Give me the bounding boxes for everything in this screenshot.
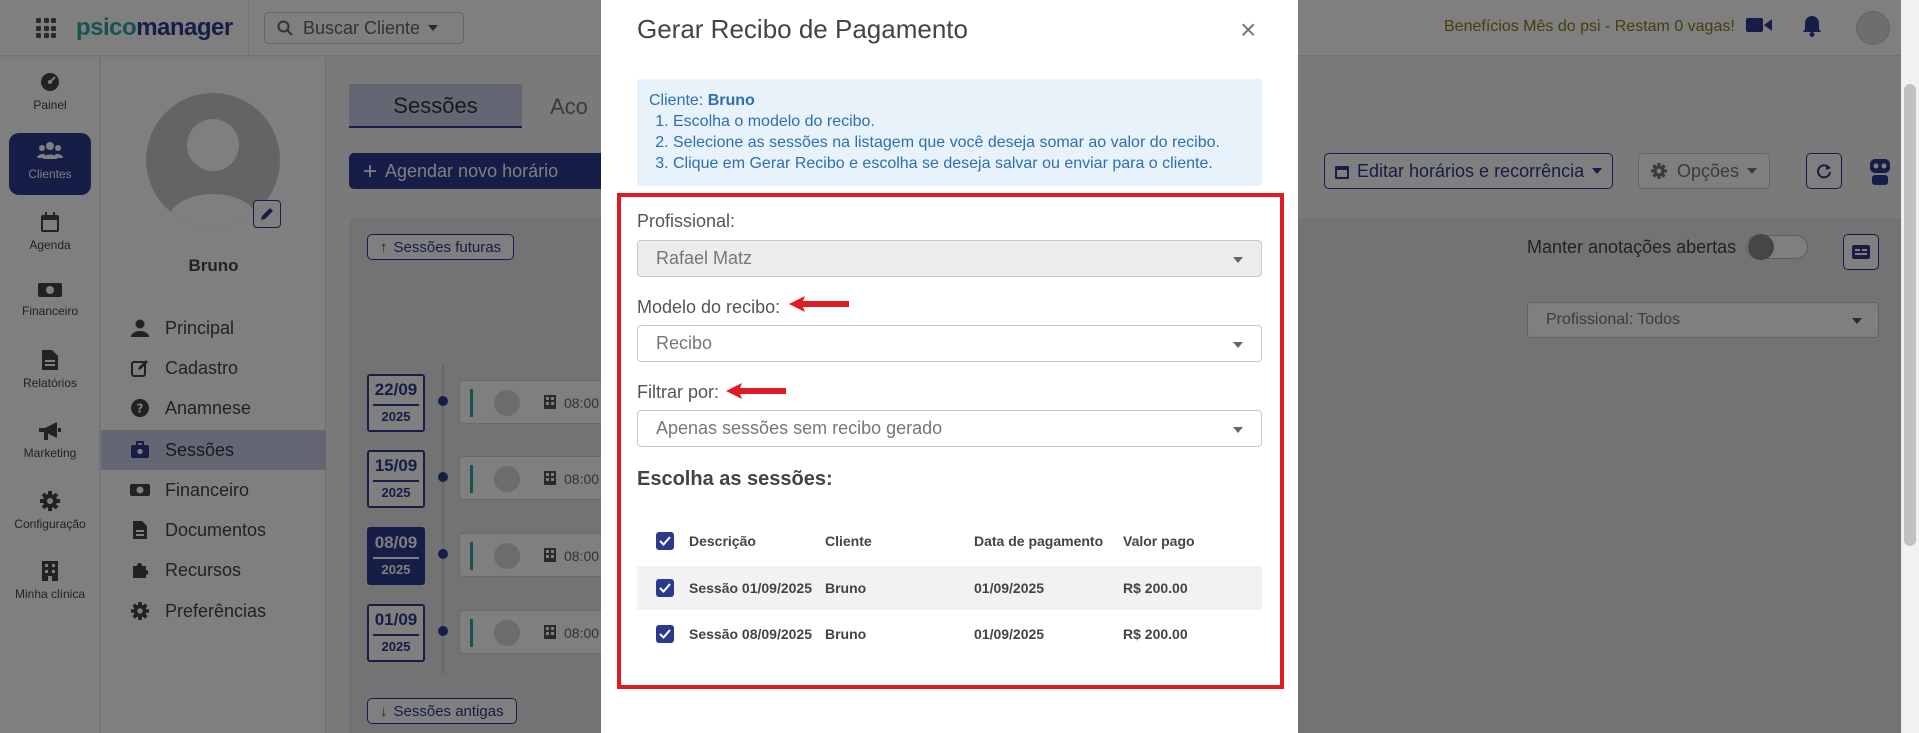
filter-value: Apenas sessões sem recibo gerado <box>656 418 943 438</box>
filter-select[interactable]: Apenas sessões sem recibo gerado <box>637 410 1262 447</box>
red-arrow-icon <box>789 296 849 312</box>
instruction-step: Clique em Gerar Recibo e escolha se dese… <box>673 153 1250 174</box>
row-amount: R$ 200.00 <box>1123 626 1188 642</box>
select-all-checkbox[interactable] <box>656 532 674 550</box>
table-row[interactable]: Sessão 08/09/2025 Bruno 01/09/2025 R$ 20… <box>637 612 1262 656</box>
check-icon <box>659 583 671 593</box>
row-checkbox[interactable] <box>656 579 674 597</box>
row-payment-date: 01/09/2025 <box>974 580 1045 596</box>
professional-label: Profissional: <box>637 211 736 231</box>
row-description: Sessão 08/09/2025 <box>689 626 812 642</box>
column-header: Data de pagamento <box>974 533 1104 549</box>
receipt-model-value: Recibo <box>656 333 713 353</box>
modal-title: Gerar Recibo de Pagamento <box>637 14 968 44</box>
column-header: Valor pago <box>1123 533 1195 549</box>
check-icon <box>659 629 671 639</box>
info-client-name: Bruno <box>707 92 755 109</box>
instruction-step: Escolha o modelo do recibo. <box>673 111 1250 132</box>
check-icon <box>659 536 671 546</box>
row-checkbox[interactable] <box>656 625 674 643</box>
professional-value: Rafael Matz <box>656 248 753 268</box>
info-client-label: Cliente: <box>649 92 704 109</box>
instructions-box: Cliente: Bruno Escolha o modelo do recib… <box>637 79 1262 186</box>
table-row[interactable]: Sessão 01/09/2025 Bruno 01/09/2025 R$ 20… <box>637 566 1262 610</box>
row-client: Bruno <box>825 580 867 596</box>
filter-label: Filtrar por: <box>637 382 720 402</box>
row-amount: R$ 200.00 <box>1123 580 1188 596</box>
column-header: Cliente <box>825 533 872 549</box>
receipt-model-select[interactable]: Recibo <box>637 325 1262 362</box>
professional-select: Rafael Matz <box>637 240 1262 277</box>
row-payment-date: 01/09/2025 <box>974 626 1045 642</box>
red-arrow-icon <box>726 383 786 399</box>
choose-sessions-heading: Escolha as sessões: <box>637 468 833 490</box>
sessions-table-header: Descrição Cliente Data de pagamento Valo… <box>637 523 1262 559</box>
instruction-step: Selecione as sessões na listagem que voc… <box>673 132 1250 153</box>
row-client: Bruno <box>825 626 867 642</box>
scrollbar-thumb[interactable] <box>1904 84 1916 546</box>
receipt-model-label: Modelo do recibo: <box>637 297 781 317</box>
row-description: Sessão 01/09/2025 <box>689 580 812 596</box>
chevron-down-icon <box>1233 257 1243 263</box>
close-icon[interactable]: × <box>1240 14 1256 46</box>
chevron-down-icon <box>1233 342 1243 348</box>
chevron-down-icon <box>1233 427 1243 433</box>
column-header: Descrição <box>689 533 756 549</box>
